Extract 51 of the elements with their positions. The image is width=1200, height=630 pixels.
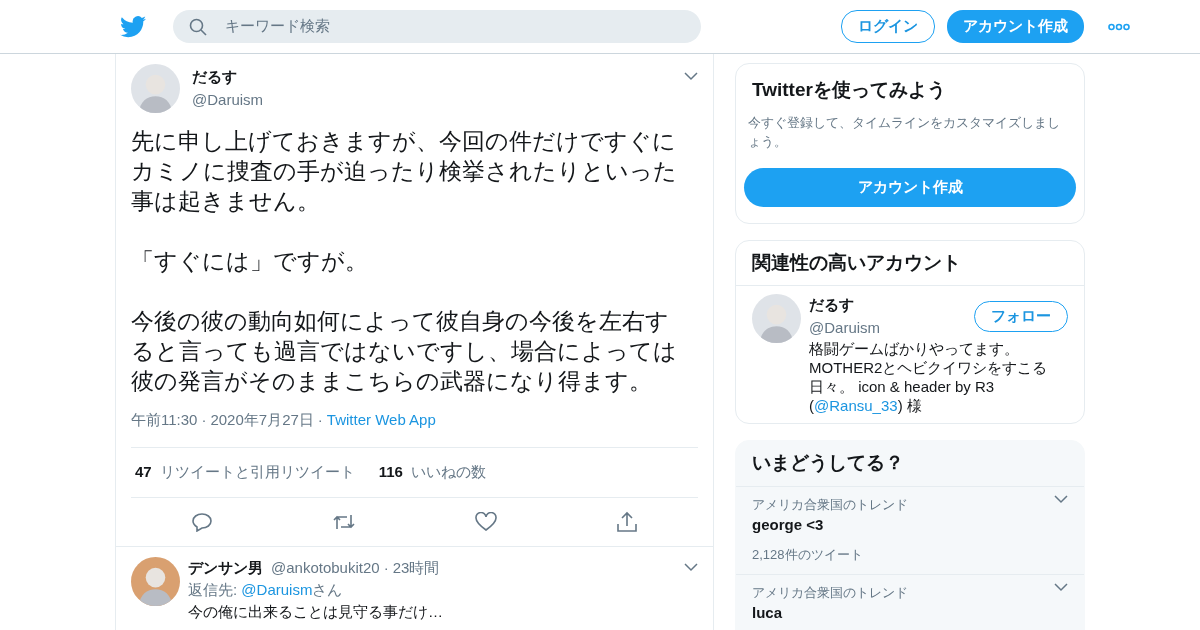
share-icon[interactable]: [616, 510, 639, 533]
card-title: 関連性の高いアカウント: [751, 250, 962, 275]
tweet-text: 「すぐには」ですが。: [131, 248, 369, 276]
stat-count[interactable]: 116: [378, 460, 403, 484]
reply-to-text: 返信先: @Daruismさん: [188, 580, 344, 600]
stat-count[interactable]: 47: [135, 460, 152, 484]
card-description: 今すぐ登録して、タイムラインをカスタマイズしましょう。: [747, 113, 1061, 151]
mention-link[interactable]: @Ransu_33: [814, 397, 898, 414]
more-icon[interactable]: [1108, 22, 1130, 31]
reply-text: 今の俺に出来ることは見守る事だけ…: [188, 601, 444, 622]
mention-link[interactable]: @Daruism: [241, 581, 313, 598]
tweet-date: 2020年7月27日: [210, 410, 314, 430]
card-title: Twitterを使ってみよう: [751, 78, 947, 102]
source-link[interactable]: Twitter Web App: [326, 409, 436, 432]
chevron-down-icon[interactable]: [684, 563, 698, 573]
reply-time[interactable]: 23時間: [392, 556, 440, 579]
user-name[interactable]: だるす: [809, 294, 881, 317]
chevron-down-icon[interactable]: [684, 72, 698, 81]
user-handle[interactable]: @ankotobukit20: [271, 556, 380, 579]
user-handle[interactable]: @Daruism: [192, 88, 264, 111]
login-button[interactable]: ログイン: [841, 10, 935, 43]
user-name[interactable]: デンサン男: [188, 556, 263, 579]
user-name[interactable]: だるす: [192, 66, 264, 89]
tweet-count: 2,128件のツイート: [752, 545, 864, 564]
signup-button[interactable]: アカウント作成: [947, 10, 1084, 43]
user-handle[interactable]: @Daruism: [809, 316, 881, 339]
trend-context: アメリカ合衆国のトレンド: [752, 583, 908, 602]
search-icon: [189, 17, 207, 36]
avatar[interactable]: [131, 556, 180, 606]
card-title: いまどうしてる？: [751, 451, 905, 475]
stat-label[interactable]: いいねの数: [410, 460, 486, 484]
reply-icon[interactable]: [190, 511, 213, 532]
search-box[interactable]: キーワード検索: [173, 10, 701, 43]
signup-button[interactable]: アカウント作成: [744, 167, 1076, 207]
user-bio: 格闘ゲームばかりやってます。MOTHER2とヘビクイワシをすこる日々。 icon & header by R3 (@Ransu_33) 様: [809, 339, 1049, 415]
chevron-down-icon[interactable]: [1054, 494, 1068, 504]
tweet-text: 今後の彼の動向如何によって彼自身の今後を左右すると言っても過言ではないですし、場合によっては彼の発言がそのままこちらの武器になり得ます。: [131, 308, 678, 396]
separator-dot: ·: [383, 557, 389, 578]
trend-topic[interactable]: luca: [752, 602, 1068, 625]
follow-button[interactable]: フォロー: [974, 301, 1068, 332]
chevron-down-icon[interactable]: [1054, 582, 1068, 592]
stat-label[interactable]: リツイートと引用リツイート: [159, 460, 355, 484]
heart-icon[interactable]: [475, 511, 498, 532]
tweet-time: 午前11:30: [131, 410, 198, 430]
trend-context: アメリカ合衆国のトレンド: [752, 495, 908, 514]
search-field[interactable]: キーワード検索: [223, 14, 663, 39]
separator-dot: ·: [317, 410, 323, 430]
trend-topic[interactable]: george <3: [752, 514, 1068, 537]
tweet-text: 先に申し上げておきますが、今回の件だけですぐにカミノに捜査の手が迫ったり検挙されたりといった事は起きません。: [131, 128, 678, 216]
bird-logo-icon[interactable]: [120, 15, 146, 38]
separator-dot: ·: [201, 410, 207, 430]
